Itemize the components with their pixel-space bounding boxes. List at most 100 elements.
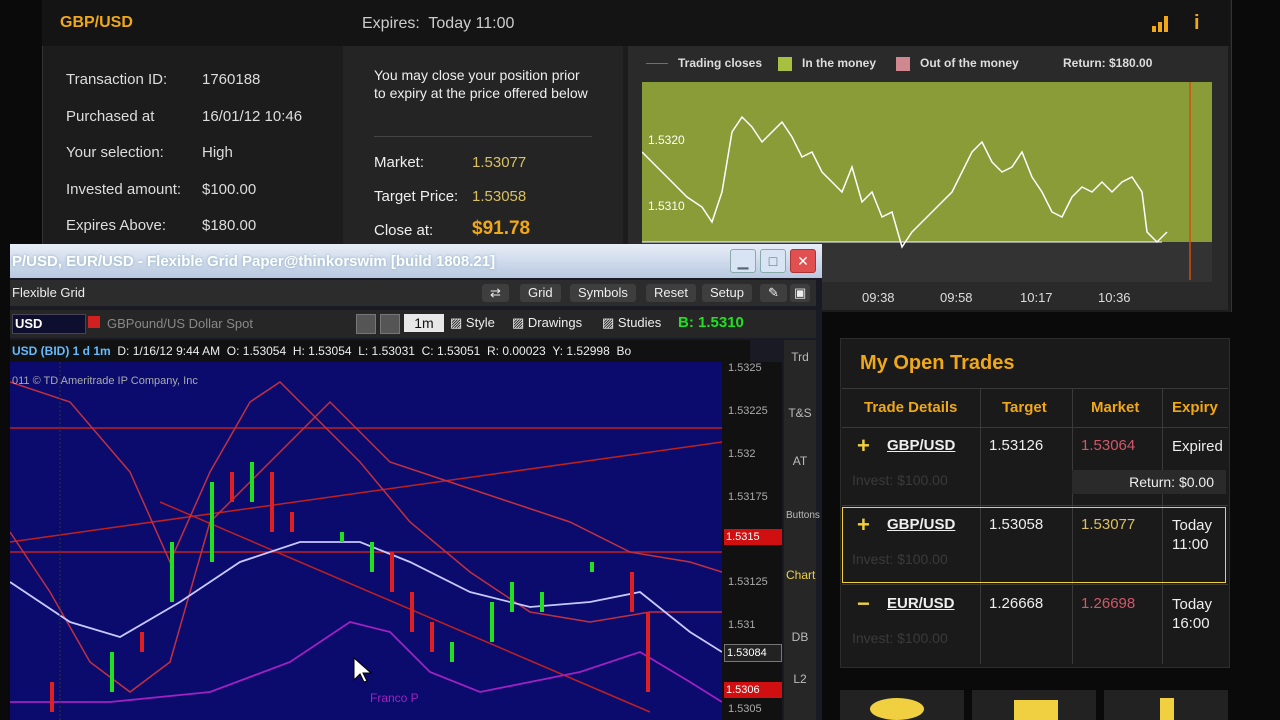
grid-button[interactable]: Grid [520,284,561,302]
expand-icon[interactable]: + [857,512,870,538]
trade-link[interactable]: EUR/USD [887,595,955,612]
close-at-label: Close at: [374,222,434,239]
header-trade-details: Trade Details [864,399,958,416]
close-position-text: You may close your position prior to exp… [374,67,588,101]
side-tab-bar [784,340,816,720]
candles [50,462,650,712]
price-marker-red: 1.5315 [724,529,782,545]
divider [842,584,1228,585]
purchased-label: Purchased at [66,108,155,125]
trade-market: 1.53077 [1081,516,1136,533]
trade-market: 1.53064 [1081,437,1136,454]
divider [842,427,1228,428]
tab-db[interactable]: DB [786,630,814,644]
window-title: P/USD, EUR/USD - Flexible Grid Paper@thi… [12,253,496,270]
legend-in-money: In the money [778,56,876,71]
trade-target: 1.26668 [989,595,1044,612]
mini-y-tick: 1.5320 [648,133,685,147]
invested-label: Invested amount: [66,181,182,198]
reset-button[interactable]: Reset [646,284,696,302]
trade-link[interactable]: GBP/USD [887,437,955,454]
divider [842,388,1228,389]
close-button[interactable]: ✕ [790,249,816,273]
selection-value: High [202,144,233,161]
market-label: Market: [374,154,425,171]
target-price-value: 1.53058 [472,188,527,205]
mini-x-tick: 10:36 [1098,290,1131,305]
trade-header-bar [42,0,1230,46]
legend-trading-closes: Trading closes [646,56,762,70]
timeframe-button[interactable]: 1m [404,314,444,332]
transaction-id-value: 1760188 [202,71,261,88]
copyright-text: 011 © TD Ameritrade IP Company, Inc [12,375,198,387]
crosshair-icon[interactable] [356,314,376,334]
open-trades-title: My Open Trades [860,352,1015,374]
cursor-icon [353,656,373,683]
tab-at[interactable]: AT [786,454,814,468]
trade-invest: Invest: $100.00 [852,551,948,567]
setup-button[interactable]: Setup [702,284,752,302]
tab-ts[interactable]: T&S [786,406,814,420]
expires-above-value: $180.00 [202,217,257,234]
symbol-description: GBPound/US Dollar Spot [107,316,253,331]
mail-button[interactable] [972,690,1096,720]
expires-above-label: Expires Above: [66,217,167,234]
tab-l2[interactable]: L2 [786,672,814,686]
tab-chart[interactable]: Chart [786,568,815,582]
y-tick: 1.53125 [728,576,768,588]
close-at-value[interactable]: $91.78 [472,218,530,240]
maximize-button[interactable]: □ [760,249,786,273]
y-tick: 1.532 [728,448,756,460]
legend-out-money: Out of the money [896,56,1019,71]
tab-trd[interactable]: Trd [786,350,814,364]
trade-pair-title: GBP/USD [60,14,133,31]
target-price-label: Target Price: [374,188,459,205]
minimize-button[interactable]: ▁ [730,249,756,273]
mini-x-tick: 09:58 [940,290,973,305]
collapse-icon[interactable]: − [857,591,870,617]
transaction-id-label: Transaction ID: [66,71,168,88]
trade-return: Return: $0.00 [1072,470,1226,494]
market-value: 1.53077 [472,154,527,171]
trade-expiry: Today 11:00 [1172,517,1213,553]
mini-y-tick: 1.5310 [648,199,685,213]
header-expiry: Expiry [1172,399,1218,416]
trade-target: 1.53126 [989,437,1044,454]
divider [842,505,1228,506]
y-tick: 1.5325 [728,362,762,374]
info-icon[interactable]: i [1194,12,1200,35]
current-price-marker: 1.53084 [724,644,782,662]
signal-icon[interactable] [1152,14,1170,32]
link-icon[interactable]: ⇄ [482,284,509,302]
symbol-input[interactable]: USD [12,314,86,334]
y-tick: 1.531 [728,619,756,631]
trade-expiry: Expired [1172,438,1223,455]
drawings-menu[interactable]: ▨ Drawings [512,315,582,331]
trade-link[interactable]: GBP/USD [887,516,955,533]
expand-icon[interactable]: + [857,433,870,459]
studies-menu[interactable]: ▨ Studies [602,315,661,331]
flexible-grid-label: Flexible Grid [12,285,85,300]
mini-x-tick: 10:17 [1020,290,1053,305]
tab-buttons[interactable]: Buttons [786,510,820,521]
y-tick: 1.53225 [728,405,768,417]
mini-x-tick: 09:38 [862,290,895,305]
trade-invest: Invest: $100.00 [852,630,948,646]
phone-button[interactable] [1104,690,1228,720]
trade-expiry: Today 16:00 [1172,596,1213,632]
divider [374,136,592,137]
symbols-button[interactable]: Symbols [570,284,636,302]
expires-text: Expires: Today 11:00 [362,15,515,32]
purchased-value: 16/01/12 10:46 [202,108,303,125]
detach-icon[interactable]: ▣ [790,284,811,302]
legend-return: Return: $180.00 [1063,56,1153,70]
trade-target: 1.53058 [989,516,1044,533]
chart-info-text: USD (BID) 1 d 1m D: 1/16/12 9:44 AM O: 1… [12,344,632,358]
coins-button[interactable] [840,690,964,720]
style-menu[interactable]: ▨ Style [450,315,495,331]
watermark-text: Franco P [370,691,419,705]
pin-icon[interactable]: ✎ [760,284,787,302]
selection-label: Your selection: [66,144,164,161]
trade-invest: Invest: $100.00 [852,472,948,488]
draw-icon[interactable] [380,314,400,334]
